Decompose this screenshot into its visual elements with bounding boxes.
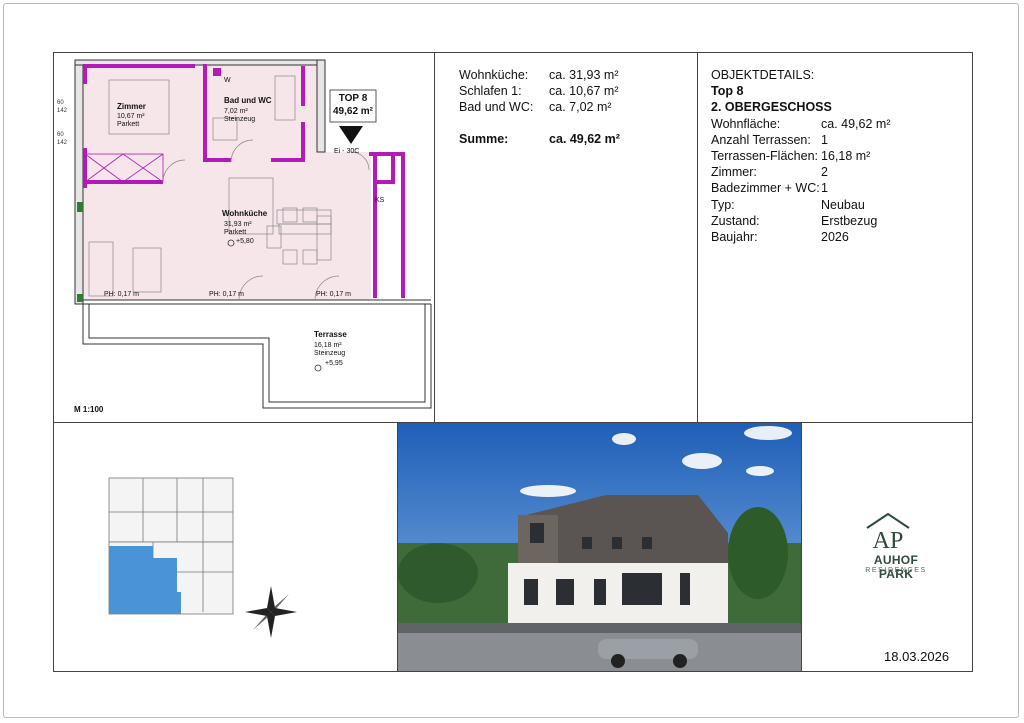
room-zimmer-area: 10,67 m² xyxy=(117,113,145,120)
unit-tag-title: TOP 8 xyxy=(338,93,368,104)
mark-ph-3: PH: 0,17 m xyxy=(316,291,352,298)
detail-label: Baujahr: xyxy=(711,230,758,245)
room-bad-name: Bad und WC xyxy=(224,96,272,105)
detail-row: Typ: Neubau xyxy=(711,197,890,213)
detail-row: Wohnfläche: ca. 49,62 m² xyxy=(711,116,890,132)
svg-text:60: 60 xyxy=(57,132,64,138)
site-plan-drawing xyxy=(108,477,297,638)
detail-label: Anzahl Terrassen: xyxy=(711,132,811,147)
room-wohnkueche-area: 31,93 m² xyxy=(224,221,252,228)
mark-ph-1: PH: 0,17 m xyxy=(104,291,140,298)
area-value: ca. 7,02 m² xyxy=(549,100,612,115)
area-value: ca. 31,93 m² xyxy=(549,68,619,82)
room-terrasse-floor: Steinzeug xyxy=(314,350,346,357)
svg-text:142: 142 xyxy=(57,108,68,114)
room-zimmer-floor: Parkett xyxy=(117,121,140,128)
unit-tag-area: 49,62 m² xyxy=(332,106,374,117)
brand-logo-icon: AP xyxy=(866,512,910,554)
detail-label: Terrassen-Flächen: xyxy=(711,149,818,164)
svg-text:60: 60 xyxy=(57,100,64,106)
room-terrasse-name: Terrasse xyxy=(314,330,347,339)
detail-row: Anzahl Terrassen: 1 xyxy=(711,132,890,148)
detail-value: 16,18 m² xyxy=(821,149,871,164)
room-bad-floor: Steinzeug xyxy=(224,116,256,123)
detail-value: Neubau xyxy=(821,197,865,212)
building-rendering xyxy=(398,423,801,671)
details-heading: OBJEKTDETAILS: xyxy=(711,68,815,82)
detail-row: Zimmer: 2 xyxy=(711,164,890,180)
detail-label: Zimmer: xyxy=(711,165,757,180)
scale-label: M 1:100 xyxy=(74,405,104,414)
brand-monogram: AP xyxy=(873,528,904,554)
areas-list: Wohnküche: ca. 31,93 m² Schlafen 1: ca. 10… xyxy=(459,67,620,147)
detail-value: ca. 49,62 m² xyxy=(821,116,891,131)
detail-label: Wohnfläche: xyxy=(711,116,781,131)
detail-label: Zustand: xyxy=(711,213,760,228)
svg-text:142: 142 xyxy=(57,140,68,146)
detail-value: 1 xyxy=(821,132,828,147)
area-label: Bad und WC: xyxy=(459,100,534,115)
detail-value: 2026 xyxy=(821,230,849,245)
room-bad-area: 7,02 m² xyxy=(224,108,248,115)
room-wohnkueche-name: Wohnküche xyxy=(222,209,268,218)
room-wohnkueche-level: +5,80 xyxy=(236,238,254,245)
area-row: Wohnküche: ca. 31,93 m² xyxy=(459,67,620,83)
detail-value: Erstbezug xyxy=(821,213,878,228)
compass-rose xyxy=(245,586,297,638)
detail-label: Badezimmer + WC: xyxy=(711,181,820,196)
room-zimmer-name: Zimmer xyxy=(117,102,146,111)
area-label: Schlafen 1: xyxy=(459,84,522,99)
area-total-label: Summe: xyxy=(459,131,509,146)
room-terrasse-level: +5,95 xyxy=(325,360,343,367)
mark-ks: KS xyxy=(375,197,385,204)
detail-row: Terrassen-Flächen: 16,18 m² xyxy=(711,148,890,164)
detail-value: 1 xyxy=(821,181,828,196)
area-row: Bad und WC: ca. 7,02 m² xyxy=(459,99,620,115)
area-label: Wohnküche: xyxy=(459,68,529,82)
mark-ph-2: PH: 0,17 m xyxy=(209,291,245,298)
detail-row: Badezimmer + WC: 1 xyxy=(711,180,890,196)
area-value: ca. 10,67 m² xyxy=(549,84,619,99)
detail-value: 2 xyxy=(821,165,828,180)
mark-ei: Ei - 30C xyxy=(334,148,360,155)
room-terrasse-area: 16,18 m² xyxy=(314,342,342,349)
mark-w: W xyxy=(224,77,231,84)
details-unit: Top 8 xyxy=(711,84,744,99)
detail-label: Typ: xyxy=(711,197,735,212)
area-total-value: ca. 49,62 m² xyxy=(549,131,620,146)
detail-row: Zustand: Erstbezug xyxy=(711,213,890,229)
room-wohnkueche-floor: Parkett xyxy=(224,229,247,236)
details-floor: 2. OBERGESCHOSS xyxy=(711,100,832,115)
detail-row: Baujahr: 2026 xyxy=(711,229,890,245)
document-date: 18.03.2026 xyxy=(884,649,950,664)
area-row: Schlafen 1: ca. 10,67 m² xyxy=(459,83,620,99)
brand-subtitle: RESIDENCES xyxy=(865,567,927,574)
details-list: OBJEKTDETAILS: Top 8 2. OBERGESCHOSS Woh… xyxy=(711,67,890,245)
area-total-row: Summe: ca. 49,62 m² xyxy=(459,131,620,147)
